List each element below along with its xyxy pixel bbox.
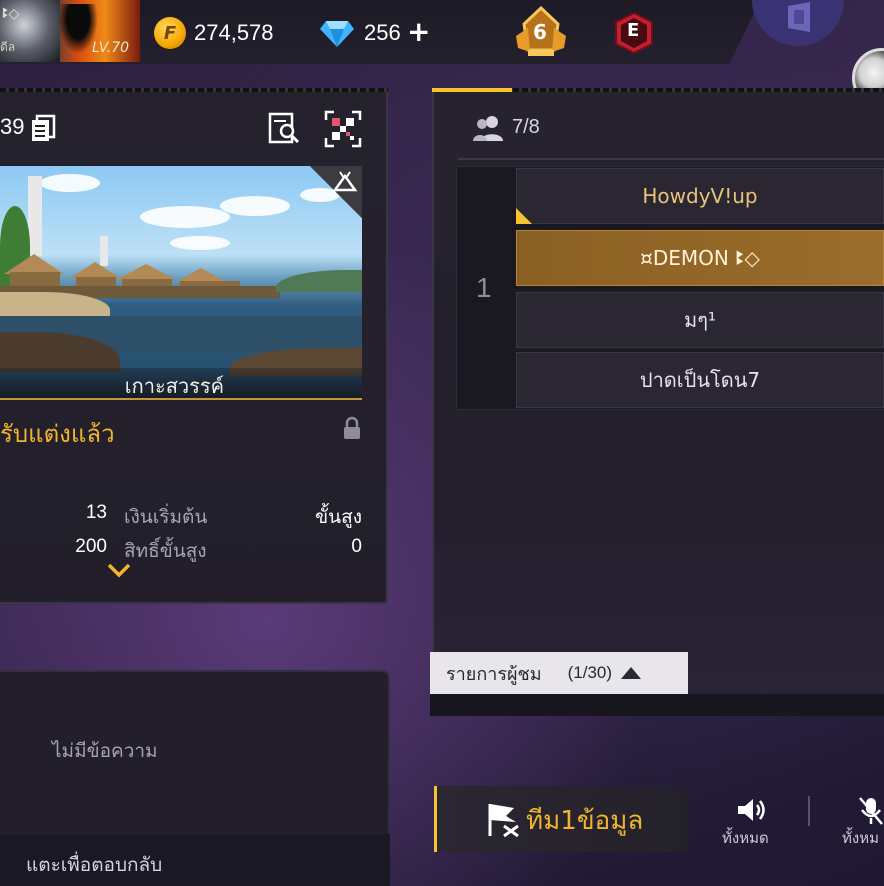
mic-label: ทั้งหม <box>842 829 879 847</box>
divider <box>808 796 810 826</box>
map-name: เกาะสวรรค์ <box>124 374 224 398</box>
copy-icon[interactable] <box>30 114 56 142</box>
search-room-icon[interactable] <box>268 112 300 144</box>
team-slot[interactable]: HowdyV!up <box>516 168 884 224</box>
qr-code-icon[interactable] <box>324 110 362 148</box>
store-icon <box>788 2 810 32</box>
rank-tier-number: 6 <box>533 20 547 44</box>
chat-empty-message: ไม่มีข้อความ <box>52 740 158 762</box>
flag-icon <box>488 804 519 838</box>
speaker-label: ทั้งหมด <box>722 829 769 847</box>
room-id: 39 <box>0 114 25 139</box>
add-diamonds-button[interactable]: + <box>407 15 430 48</box>
player-level: LV.70 <box>92 40 130 56</box>
panel-top-border <box>0 88 388 92</box>
lock-icon <box>344 416 360 439</box>
panel-accent <box>432 88 512 92</box>
players-count: 7/8 <box>512 116 540 138</box>
map-style-icon <box>332 171 358 192</box>
team-slot-selected[interactable]: ¤DEMON ꔪ◇ <box>516 230 884 286</box>
player-name: ꔪ◇ <box>2 6 20 22</box>
setting-label: สิทธิ์ขั้นสูง <box>124 540 207 562</box>
room-status-title: รับแต่งแล้ว <box>0 420 115 448</box>
setting-value-right: ขั้นสูง <box>315 506 362 528</box>
speaker-icon[interactable] <box>736 796 768 824</box>
setting-value-right: 0 <box>351 536 362 557</box>
map-preview-image[interactable] <box>0 166 362 398</box>
chat-reply-hint[interactable]: แตะเพื่อตอบกลับ <box>26 850 162 880</box>
gold-coin-icon: F <box>154 17 186 49</box>
spectator-count: (1/30) <box>567 663 613 682</box>
player-tag: ดีล <box>0 40 16 54</box>
spectator-bar <box>430 694 884 716</box>
team-number: 1 <box>476 272 492 303</box>
diamond-icon <box>320 21 354 47</box>
team-slot[interactable]: ปาดเป็นโดน7 <box>516 352 884 408</box>
team-slot[interactable]: มๆ¹ <box>516 292 884 348</box>
players-icon <box>473 116 503 141</box>
elite-letter: E <box>627 20 640 41</box>
setting-value: 200 <box>75 536 107 557</box>
spectator-label: รายการผู้ชม <box>446 663 542 685</box>
team-info-prefix: ทีม1 <box>526 806 577 836</box>
diamond-amount: 256 <box>364 20 401 45</box>
divider <box>458 158 884 160</box>
setting-value: 13 <box>85 502 107 523</box>
caret-up-icon <box>621 667 642 679</box>
chevron-down-icon[interactable] <box>106 562 132 578</box>
spectator-list-tab[interactable]: รายการผู้ชม (1/30) <box>430 652 688 694</box>
mic-off-icon[interactable] <box>858 796 884 826</box>
setting-label: เงินเริ่มต้น <box>124 506 208 528</box>
team-info-label: ทีม1ข้อมูล <box>526 800 643 841</box>
gold-amount: 274,578 <box>194 20 274 45</box>
team-info-suffix: ข้อมูล <box>576 806 644 836</box>
